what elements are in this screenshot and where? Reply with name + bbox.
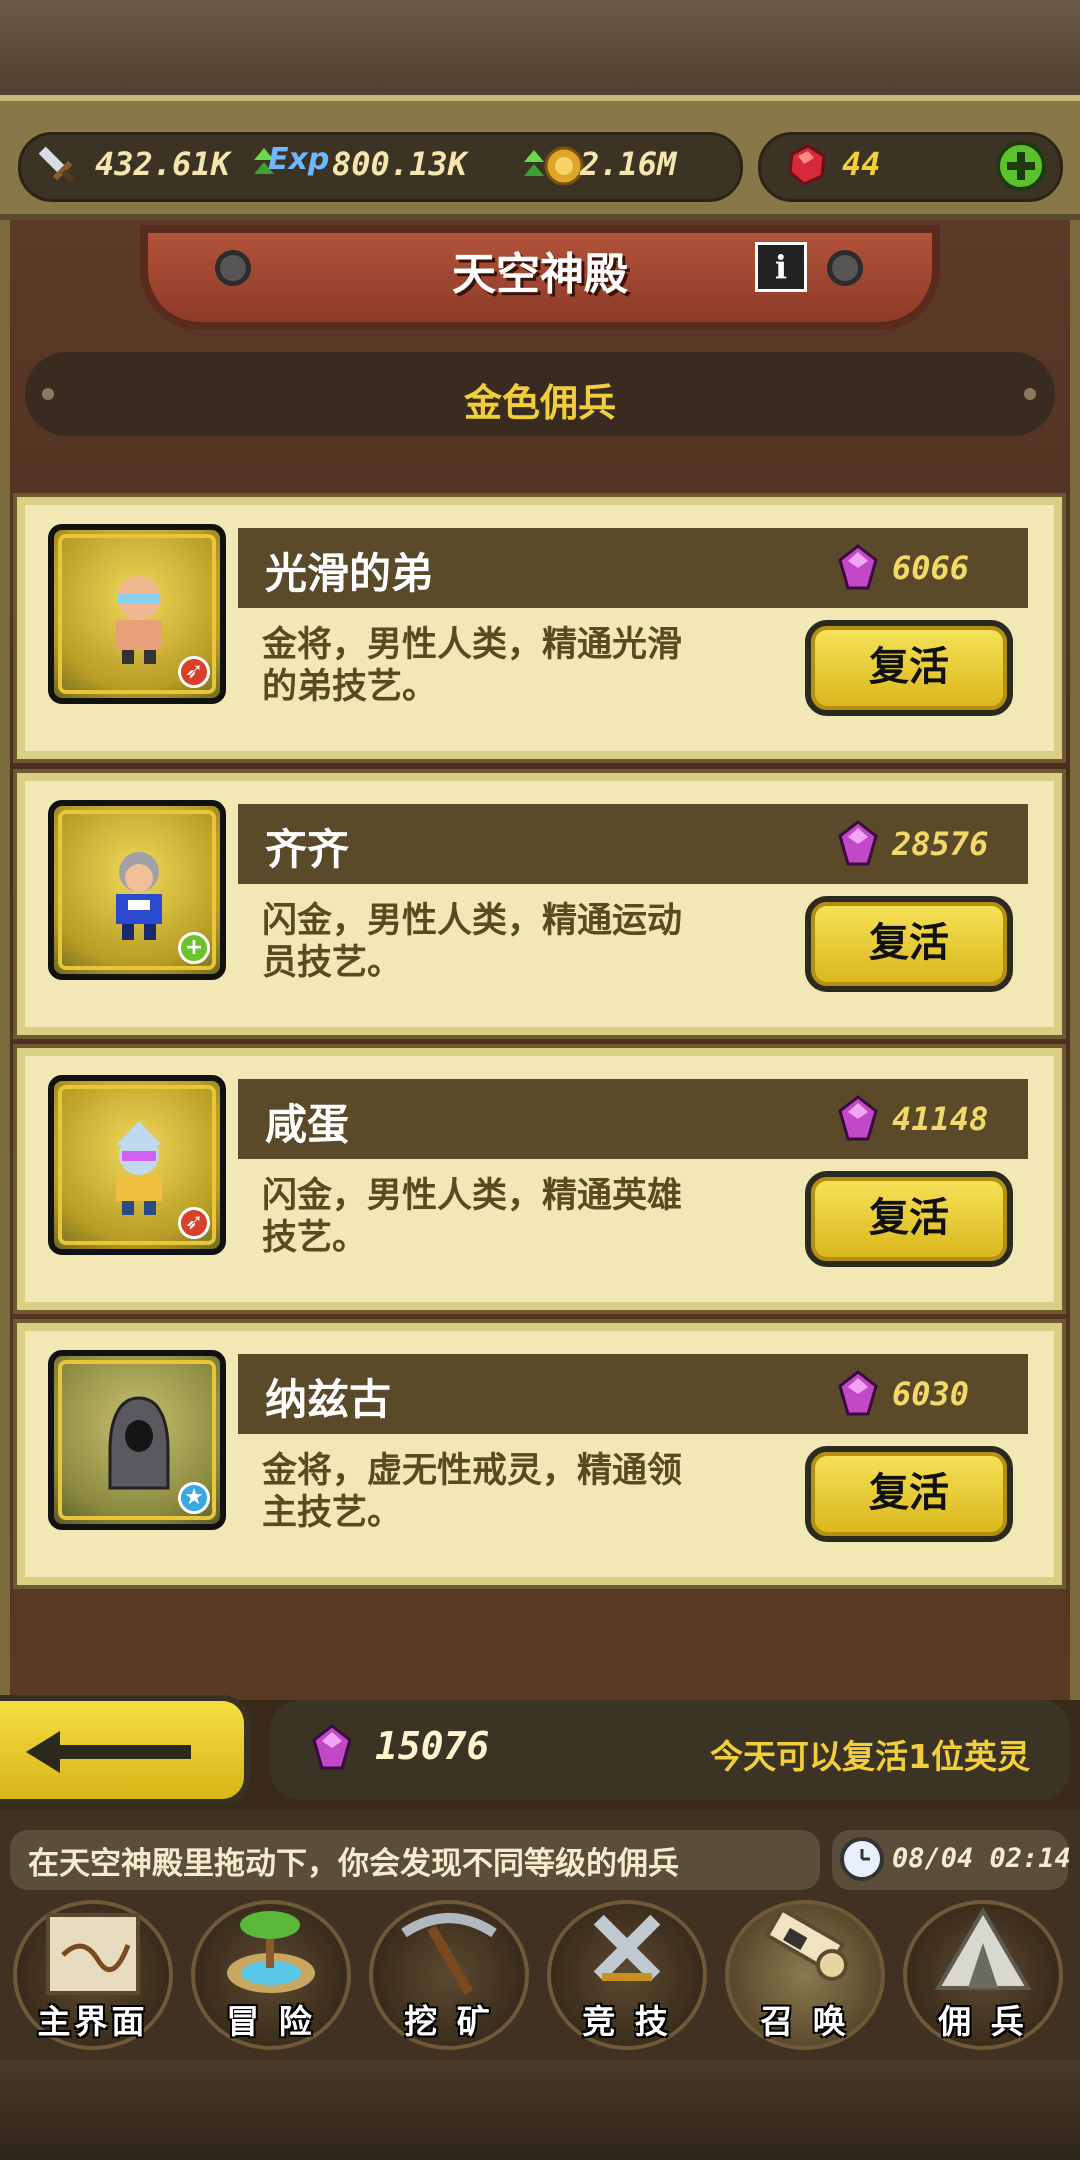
gem-icon (838, 1095, 878, 1141)
bald-hero-sprite (116, 576, 162, 664)
attack-badge-icon: ➶ (178, 656, 210, 688)
summon-scroll-icon (764, 1906, 848, 1981)
exp-label: Exp (268, 142, 330, 177)
mercenary-desc-line-1: 金将，男性人类，精通光滑 (262, 625, 683, 665)
mercenary-name: 齐齐 (265, 825, 350, 874)
datetime: 08/04 02:14 (892, 1843, 1071, 1874)
exp-value: 800.13K (332, 145, 467, 183)
daily-revive-info: 今天可以复活1位英灵 (710, 1737, 1030, 1776)
nav-summon[interactable]: 召 唤 (720, 1895, 890, 2050)
info-button[interactable]: i (755, 242, 807, 292)
arrow-left-icon (26, 1731, 191, 1773)
page-title: 天空神殿 (452, 249, 628, 300)
nav-arena[interactable]: 竞 技 (542, 1895, 712, 2050)
bottom-map-texture (0, 2060, 1080, 2160)
pickaxe-icon (401, 1913, 497, 1996)
top-map-texture (0, 0, 1080, 95)
gem-icon (312, 1724, 352, 1770)
nav-label: 冒 险 (226, 2002, 316, 2041)
mercenary-name: 纳兹古 (265, 1375, 392, 1424)
mercenary-desc-line-2: 技艺。 (262, 1218, 368, 1258)
mercenary-name: 咸蛋 (265, 1100, 350, 1149)
gold-value: 2.16M (580, 145, 677, 183)
hero-sprite (116, 1121, 162, 1215)
sword-icon (38, 146, 74, 182)
crossed-swords-icon (593, 1914, 661, 1982)
mercenary-desc-line-2: 员技艺。 (262, 943, 403, 983)
nav-mining[interactable]: 挖 矿 (364, 1895, 534, 2050)
category-subtitle: 金色佣兵 (463, 381, 616, 425)
attack-badge-icon: ➶ (178, 1207, 210, 1239)
add-rubies-button[interactable] (995, 140, 1047, 192)
nav-adventure[interactable]: 冒 险 (186, 1895, 356, 2050)
revive-button[interactable]: 复活 (805, 1446, 1013, 1542)
gem-icon (838, 544, 878, 590)
revive-button[interactable]: 复活 (805, 1171, 1013, 1267)
athlete-hero-sprite (116, 852, 162, 940)
gold-icon (524, 146, 584, 186)
mercenary-desc-line-2: 主技艺。 (262, 1493, 403, 1533)
mercenary-price: 41148 (892, 1100, 989, 1138)
revive-button[interactable]: 复活 (805, 896, 1013, 992)
ruby-icon (788, 144, 826, 186)
clock-icon (840, 1837, 884, 1881)
nav-label: 竞 技 (582, 2002, 672, 2041)
mercenary-desc-line-1: 闪金，男性人类，精通运动 (262, 901, 683, 941)
mercenary-desc-line-2: 的弟技艺。 (262, 667, 438, 707)
oasis-icon (227, 1911, 315, 1993)
mercenary-price: 28576 (892, 825, 989, 863)
star-badge-icon: ★ (178, 1482, 210, 1514)
mercenary-price: 6066 (892, 549, 970, 587)
mercenary-portrait[interactable]: ★ (48, 1350, 226, 1530)
heal-badge-icon: + (178, 932, 210, 964)
gem-icon (838, 820, 878, 866)
mercenary-price: 6030 (892, 1375, 970, 1413)
nav-label: 佣 兵 (938, 2002, 1028, 2041)
nav-label: 主界面 (37, 2002, 149, 2041)
gem-balance: 15076 (375, 1724, 490, 1768)
ringwraith-hero-sprite (108, 1396, 170, 1490)
nav-label: 召 唤 (760, 2002, 850, 2041)
back-button[interactable] (0, 1695, 250, 1805)
ruby-value: 44 (842, 145, 881, 183)
revive-button[interactable]: 复活 (805, 620, 1013, 716)
tent-icon (934, 1907, 1032, 1990)
mercenary-name: 光滑的弟 (265, 549, 434, 598)
nav-main[interactable]: 主界面 (8, 1895, 178, 2050)
mercenary-desc-line-1: 闪金，男性人类，精通英雄 (262, 1176, 683, 1216)
mercenary-portrait[interactable]: + (48, 800, 226, 980)
nav-mercenaries[interactable]: 佣 兵 (898, 1895, 1068, 2050)
mercenary-portrait[interactable]: ➶ (48, 1075, 226, 1255)
nav-label: 挖 矿 (404, 2002, 494, 2041)
attack-value: 432.61K (95, 145, 230, 183)
gem-icon (838, 1370, 878, 1416)
map-scroll-icon (46, 1913, 140, 1995)
tip-text: 在天空神殿里拖动下，你会发现不同等级的佣兵 (28, 1846, 679, 1882)
mercenary-portrait[interactable]: ➶ (48, 524, 226, 704)
mercenary-desc-line-1: 金将，虚无性戒灵，精通领 (262, 1451, 683, 1491)
